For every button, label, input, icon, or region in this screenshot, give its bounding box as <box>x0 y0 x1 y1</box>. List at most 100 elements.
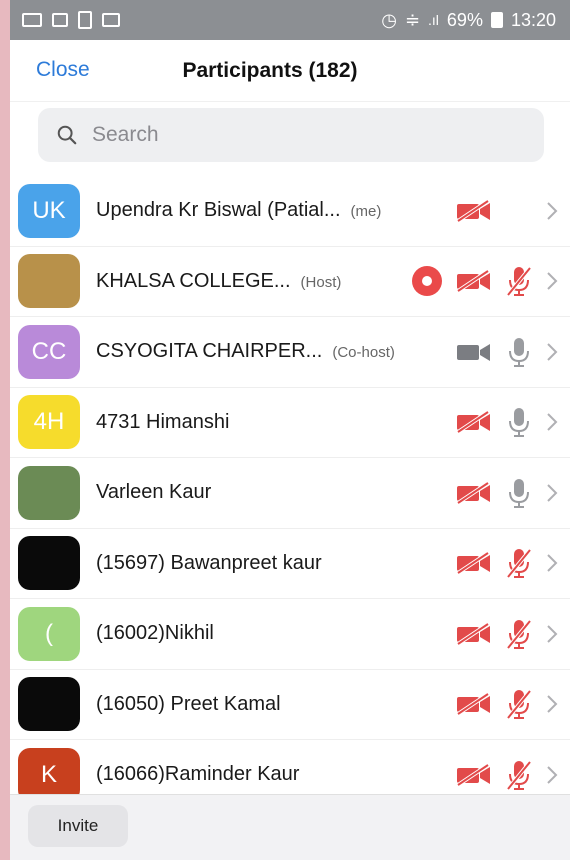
clock-time: 13:20 <box>510 9 556 30</box>
chevron-right-icon <box>544 483 560 503</box>
participant-name: 4731 Himanshi <box>96 410 230 433</box>
participant-status-icons <box>410 265 560 297</box>
participant-name-group: (16066)Raminder Kaur <box>96 763 299 786</box>
avatar-initials: UK <box>32 196 66 224</box>
recording-icon <box>412 266 442 297</box>
video-off-icon <box>454 551 494 575</box>
chevron-right-icon <box>544 624 560 644</box>
video-off-icon <box>454 269 494 293</box>
avatar: 4H <box>18 395 80 450</box>
search-input[interactable] <box>92 123 472 147</box>
participant-name: (16066)Raminder Kaur <box>96 763 300 786</box>
participant-name: KHALSA COLLEGE... <box>96 269 291 292</box>
participant-list: UK Upendra Kr Biswal (Patial... (me) KHALSA… <box>10 176 570 811</box>
participant-row[interactable]: (15697) Bawanpreet kaur <box>10 529 570 599</box>
participant-name: (16002)Nikhil <box>96 622 214 645</box>
participant-row[interactable]: CC CSYOGITA CHAIRPER... (Co-host) <box>10 317 570 388</box>
participant-name-group: Varleen Kaur <box>96 481 211 504</box>
avatar <box>18 465 80 520</box>
participant-name-group: 4731 Himanshi <box>96 411 229 434</box>
video-notification-icon <box>22 13 42 27</box>
participant-name: CSYOGITA CHAIRPER... <box>96 340 323 363</box>
participant-status-icons <box>410 406 560 438</box>
avatar: UK <box>18 183 80 238</box>
search-bar[interactable] <box>38 108 544 162</box>
chevron-right-icon <box>544 271 560 291</box>
participant-name: Upendra Kr Biswal (Patial... <box>96 199 341 222</box>
avatar-initials: 4H <box>33 408 65 436</box>
mic-icon <box>504 406 534 438</box>
video-off-icon <box>454 692 494 716</box>
participant-role: (Host) <box>300 273 342 291</box>
invite-button[interactable]: Invite <box>28 805 128 847</box>
video-off-icon <box>454 199 494 223</box>
search-icon <box>57 125 77 145</box>
avatar: CC <box>18 324 80 379</box>
participant-role: (Co-host) <box>332 344 395 362</box>
battery-percent: 69% <box>446 9 483 30</box>
status-bar: ◷ ≑ .ıl 69% 13:20 <box>10 0 570 40</box>
video-off-icon <box>454 481 494 505</box>
avatar-initials: K <box>40 760 57 788</box>
chevron-right-icon <box>544 553 560 573</box>
participant-status-icons <box>410 618 560 650</box>
avatar-initials: ( <box>45 619 53 647</box>
participant-name-group: (16002)Nikhil <box>96 622 214 645</box>
mic-muted-icon <box>504 547 534 579</box>
video-on-icon <box>454 340 494 364</box>
avatar <box>18 254 80 309</box>
mail-notification-icon <box>102 13 120 27</box>
participant-row[interactable]: UK Upendra Kr Biswal (Patial... (me) <box>10 176 570 247</box>
status-bar-right: ◷ ≑ .ıl 69% 13:20 <box>381 10 556 31</box>
mic-muted-icon <box>504 618 534 650</box>
chevron-right-icon <box>544 342 560 362</box>
chevron-right-icon <box>544 201 560 221</box>
participant-status-icons <box>410 547 560 579</box>
mic-icon <box>504 477 534 509</box>
participant-name: (15697) Bawanpreet kaur <box>96 551 322 574</box>
avatar: ( <box>18 606 80 661</box>
app-frame: ◷ ≑ .ıl 69% 13:20 Close Participants (18… <box>10 0 570 860</box>
participant-name: (16050) Preet Kamal <box>96 692 281 715</box>
video-off-icon <box>454 763 494 787</box>
recording-slot <box>410 266 444 297</box>
chevron-right-icon <box>544 694 560 714</box>
video-off-icon <box>454 410 494 434</box>
avatar <box>18 536 80 591</box>
participant-status-icons <box>410 477 560 509</box>
chevron-right-icon <box>544 412 560 432</box>
header: Close Participants (182) <box>10 40 570 102</box>
avatar <box>18 677 80 732</box>
footer: Invite <box>10 794 570 860</box>
participant-row[interactable]: KHALSA COLLEGE... (Host) <box>10 247 570 317</box>
participant-name-group: (16050) Preet Kamal <box>96 693 281 716</box>
participant-row[interactable]: 4H 4731 Himanshi <box>10 388 570 458</box>
wifi-icon: ≑ <box>404 9 421 30</box>
status-bar-left <box>22 11 120 29</box>
mic-muted-icon <box>504 265 534 297</box>
cast-notification-icon <box>52 13 68 27</box>
participant-row[interactable]: (16050) Preet Kamal <box>10 670 570 740</box>
participant-status-icons <box>410 688 560 720</box>
participant-status-icons <box>410 336 560 368</box>
participant-row[interactable]: ( (16002)Nikhil <box>10 599 570 670</box>
mic-icon <box>504 336 534 368</box>
mic-muted-icon <box>504 688 534 720</box>
page-title: Participants (182) <box>182 58 358 82</box>
participant-name-group: (15697) Bawanpreet kaur <box>96 552 322 575</box>
participant-name: Varleen Kaur <box>96 481 212 504</box>
participant-status-icons <box>410 199 560 223</box>
clipboard-notification-icon <box>78 11 92 29</box>
participant-status-icons <box>410 759 560 791</box>
battery-icon <box>490 12 503 28</box>
participant-row[interactable]: Varleen Kaur <box>10 458 570 529</box>
video-off-icon <box>454 622 494 646</box>
alarm-icon: ◷ <box>381 9 397 30</box>
close-button[interactable]: Close <box>36 58 90 82</box>
participant-name-group: CSYOGITA CHAIRPER... (Co-host) <box>96 340 395 363</box>
mic-muted-icon <box>504 759 534 791</box>
participant-name-group: Upendra Kr Biswal (Patial... (me) <box>96 199 381 222</box>
participant-name-group: KHALSA COLLEGE... (Host) <box>96 270 341 293</box>
signal-icon: .ıl <box>428 12 439 28</box>
participant-role: (me) <box>350 203 382 221</box>
